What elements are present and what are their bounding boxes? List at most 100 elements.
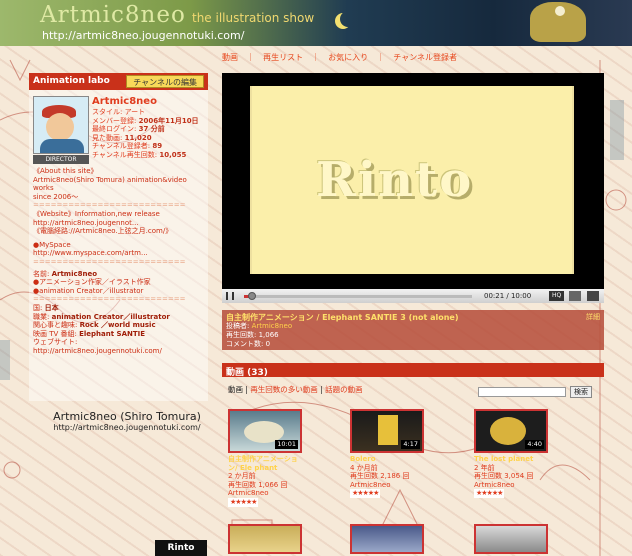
name-label: 名前: bbox=[33, 269, 50, 278]
video-screen[interactable]: Rinto bbox=[250, 86, 574, 274]
profile-name[interactable]: Artmic8neo bbox=[92, 96, 208, 108]
nav-sep: ｜ bbox=[376, 53, 385, 62]
nav-favorites[interactable]: お気に入り bbox=[328, 53, 368, 62]
video-thumbnail[interactable] bbox=[350, 524, 424, 554]
current-video-title[interactable]: 自主制作アニメーション / Elephant SANTIE 3 (not alo… bbox=[226, 313, 600, 322]
role-en: ●animation Creator／illustrator bbox=[33, 286, 144, 295]
comment-count: 0 bbox=[265, 340, 271, 348]
video-title[interactable]: Bolero bbox=[350, 455, 428, 464]
job-label: 職業: bbox=[33, 312, 50, 321]
tab-videos[interactable]: 動画 bbox=[228, 385, 243, 394]
tab-sep: | bbox=[320, 385, 323, 394]
figure-shape bbox=[378, 415, 398, 445]
banner-url[interactable]: http://artmic8neo.jougennotuki.com/ bbox=[42, 29, 244, 42]
player-controls: 00:21 / 10:00 HQ bbox=[222, 289, 604, 303]
interests: Rock ／world music bbox=[79, 321, 156, 330]
banner-subtitle: the illustration show bbox=[192, 11, 315, 25]
view-count: 1,066 bbox=[258, 331, 279, 339]
planet-shape bbox=[490, 417, 526, 445]
video-views: 再生回数 1,066 回 bbox=[228, 480, 288, 489]
nav-videos[interactable]: 動画 bbox=[222, 53, 238, 62]
videos-watched: 11,020 bbox=[124, 133, 152, 142]
website-alt: 《電腦経路://Artmic8neo.上弦之月.com/》 bbox=[33, 227, 173, 236]
progress-bar[interactable] bbox=[244, 295, 472, 298]
member-since-label: メンバー登録: bbox=[92, 116, 137, 125]
poster-name[interactable]: Artmic8neo bbox=[252, 322, 293, 330]
video-views: 再生回数 3,054 回 bbox=[474, 472, 534, 481]
videos-header: 動画 (33) bbox=[222, 363, 604, 378]
movies: Elephant SANTIE bbox=[79, 329, 146, 338]
star-rating: ★★★★★ bbox=[228, 497, 259, 507]
myspace-link[interactable]: http://www.myspace.com/artm... bbox=[33, 249, 148, 257]
video-search-input[interactable] bbox=[478, 387, 566, 397]
details-link[interactable]: 詳細 bbox=[586, 313, 600, 322]
time-readout: 00:21 / 10:00 bbox=[484, 292, 532, 300]
video-title[interactable]: 自主制作アニメーション/ Ele phant bbox=[228, 455, 306, 472]
signature-url[interactable]: http://artmic8neo.jougennotuki.com/ bbox=[42, 423, 212, 432]
video-channel[interactable]: Artmic8neo bbox=[474, 481, 552, 490]
tab-sep: | bbox=[245, 385, 248, 394]
country: 日本 bbox=[44, 303, 59, 312]
website-line: 《Website》Information,new release bbox=[33, 209, 160, 218]
tab-most-viewed[interactable]: 再生回数の多い動画 bbox=[250, 385, 318, 394]
homepage-link[interactable]: http://artmic8neo.jougennotuki.com/ bbox=[33, 347, 162, 355]
channel-nav: 動画 ｜ 再生リスト ｜ お気に入り ｜ チャンネル登録者 bbox=[222, 52, 622, 66]
fullscreen-icon[interactable] bbox=[587, 291, 599, 301]
video-card[interactable]: 10:01 自主制作アニメーション/ Ele phant 2 か月前 再生回数 … bbox=[228, 409, 306, 507]
comments-label: コメント数: bbox=[226, 340, 264, 348]
search-button[interactable]: 検索 bbox=[570, 386, 592, 398]
video-views: 再生回数 2,186 回 bbox=[350, 472, 410, 481]
avatar-face bbox=[46, 113, 74, 141]
profile-info: Artmic8neo スタイル: アート メンバー登録: 2006年11月10日… bbox=[92, 96, 208, 159]
myspace-label: ●MySpace bbox=[33, 240, 71, 249]
progress-handle[interactable] bbox=[247, 292, 256, 300]
profile-description: 《About this site》 Artmic8neo(Shiro Tomur… bbox=[33, 167, 205, 355]
web-label: ウェブサイト: bbox=[33, 338, 78, 347]
profile-panel: Animation labo チャンネルの編集 DIRECTOR Artmic8… bbox=[29, 73, 208, 401]
current-video-info: 自主制作アニメーション / Elephant SANTIE 3 (not alo… bbox=[222, 310, 604, 350]
tab-trending[interactable]: 話題の動画 bbox=[325, 385, 363, 394]
website-link[interactable]: http://artmic8neo.jougennot... bbox=[33, 219, 139, 227]
role-jp: ●アニメーション作家／イラスト作家 bbox=[33, 278, 151, 287]
interest-label: 関心事と趣味: bbox=[33, 321, 78, 330]
widescreen-icon[interactable] bbox=[569, 291, 581, 301]
channel-views: 10,055 bbox=[159, 150, 187, 159]
video-channel[interactable]: Artmic8neo bbox=[350, 481, 428, 490]
avatar[interactable] bbox=[33, 96, 89, 154]
nav-subscribers[interactable]: チャンネル登録者 bbox=[393, 53, 457, 62]
video-card[interactable]: 4:17 Bolero 4 か月前 再生回数 2,186 回 Artmic8ne… bbox=[350, 409, 428, 498]
hq-button[interactable]: HQ bbox=[549, 291, 565, 301]
video-channel[interactable]: Artmic8neo bbox=[228, 489, 306, 498]
video-thumbnail[interactable]: 4:17 bbox=[350, 409, 424, 453]
star-rating: ★★★★★ bbox=[474, 489, 505, 498]
pause-icon[interactable] bbox=[226, 292, 234, 300]
nav-playlists[interactable]: 再生リスト bbox=[263, 53, 303, 62]
nav-sep: ｜ bbox=[311, 53, 320, 62]
channel-banner: Artmic8neo the illustration show http://… bbox=[0, 0, 632, 46]
signature-block: Artmic8neo (Shiro Tomura) http://artmic8… bbox=[42, 410, 212, 432]
video-age: 2 年前 bbox=[474, 463, 495, 472]
job: animation Creator／illustrator bbox=[51, 312, 170, 321]
bottom-thumbnail[interactable]: Rinto bbox=[155, 540, 207, 556]
edit-channel-button[interactable]: チャンネルの編集 bbox=[126, 75, 204, 88]
about-line: since 2006～ bbox=[33, 192, 79, 201]
about-line: works bbox=[33, 184, 54, 193]
video-card[interactable]: 4:40 The lost planet 2 年前 再生回数 3,054 回 A… bbox=[474, 409, 552, 498]
video-age: 2 か月前 bbox=[228, 472, 256, 481]
poster-label: 投稿者: bbox=[226, 322, 250, 330]
video-player[interactable]: Rinto bbox=[222, 73, 604, 303]
nav-sep: ｜ bbox=[246, 53, 255, 62]
video-thumbnail[interactable] bbox=[474, 524, 548, 554]
video-title[interactable]: The lost planet bbox=[474, 455, 552, 464]
profile-style: スタイル: アート bbox=[92, 108, 146, 116]
video-thumbnail[interactable] bbox=[228, 524, 302, 554]
country-label: 国: bbox=[33, 303, 43, 312]
subscriber-count: 89 bbox=[152, 142, 163, 150]
channel-views-label: チャンネル再生回数: bbox=[92, 150, 158, 159]
video-thumbnail[interactable]: 4:40 bbox=[474, 409, 548, 453]
star-rating: ★★★★★ bbox=[350, 489, 381, 498]
profile-header-title: Animation labo bbox=[33, 76, 110, 86]
elephant-eye-icon bbox=[555, 6, 565, 16]
video-thumbnail[interactable]: 10:01 bbox=[228, 409, 302, 453]
last-login: 37 分前 bbox=[138, 125, 165, 133]
